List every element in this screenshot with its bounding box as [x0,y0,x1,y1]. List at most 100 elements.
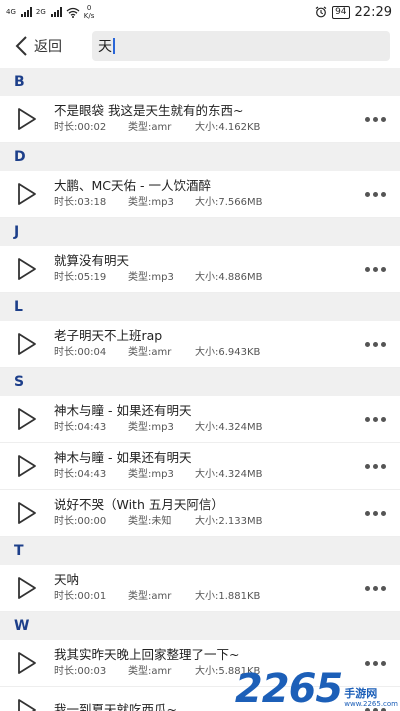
network-speed: 0 K/s [84,4,95,20]
list-item[interactable]: 老子明天不上班rap 时长:00:04 类型:amr 大小:6.943KB [0,321,400,368]
section-header: J [0,218,400,246]
more-options-button[interactable] [360,409,390,429]
more-dots-icon [364,510,370,516]
speed-unit: K/s [83,12,95,20]
section-header: D [0,143,400,171]
item-title: 天呐 [54,572,80,587]
list-item[interactable]: 神木与瞳 - 如果还有明天 时长:04:43 类型:mp3 大小:4.324MB [0,396,400,443]
more-dots-icon [364,116,370,122]
play-button[interactable] [12,695,42,711]
item-type: 类型:amr [128,666,172,677]
item-meta: 时长:00:02 类型:amr 大小:4.162KB [54,120,360,136]
signal-icon [20,7,32,17]
search-input[interactable]: 天 [92,31,390,61]
back-button[interactable]: 返回 [14,35,92,57]
item-duration: 时长:04:43 [54,469,107,480]
play-button[interactable] [12,329,42,359]
item-body: 我一到夏天就吃西瓜~ [54,701,360,711]
more-options-button[interactable] [360,334,390,354]
more-dots-icon [372,341,378,347]
item-body: 我其实昨天晚上回家整理了一下~ 时长:00:03 类型:amr 大小:5.881KB [54,646,360,680]
item-title: 我其实昨天晚上回家整理了一下~ [54,647,240,662]
list-item[interactable]: 说好不哭（With 五月天阿信） 时长:00:00 类型:未知 大小:2.133MB [0,490,400,537]
list-item[interactable]: 我一到夏天就吃西瓜~ [0,687,400,711]
more-options-button[interactable] [360,109,390,129]
item-meta: 时长:03:18 类型:mp3 大小:7.566MB [54,195,360,211]
more-dots-icon [372,266,378,272]
network-type-2: 2G [35,7,46,16]
item-body: 大鹏、MC天佑 - 一人饮酒醉时长:03:18 类型:mp3 大小:7.566MB [54,177,360,211]
speed-value: 0 [86,4,92,12]
item-meta: 时长:04:43 类型:mp3 大小:4.324MB [54,420,360,436]
item-title: 大鹏、MC天佑 - 一人饮酒醉 [54,178,211,193]
list-item[interactable]: 不是眼袋 我这是天生就有的东西~ 时长:00:02 类型:amr 大小:4.162KB [0,96,400,143]
back-label: 返回 [34,39,62,55]
more-dots-icon [380,660,386,666]
more-dots-icon [380,463,386,469]
more-dots-icon [364,266,370,272]
play-button[interactable] [12,498,42,528]
item-body: 神木与瞳 - 如果还有明天 时长:04:43 类型:mp3 大小:4.324MB [54,402,360,436]
text-cursor [113,38,115,54]
play-icon [18,258,36,280]
play-icon [18,577,36,599]
list-item[interactable]: 天呐 时长:00:01 类型:amr 大小:1.881KB [0,565,400,612]
battery-indicator: 94 [332,5,350,19]
more-options-button[interactable] [360,578,390,598]
list-item[interactable]: 就算没有明天 时长:05:19 类型:mp3 大小:4.886MB [0,246,400,293]
more-dots-icon [364,660,370,666]
list-item[interactable]: 大鹏、MC天佑 - 一人饮酒醉时长:03:18 类型:mp3 大小:7.566MB [0,171,400,218]
section-header: S [0,368,400,396]
play-button[interactable] [12,404,42,434]
play-button[interactable] [12,648,42,678]
more-options-button[interactable] [360,653,390,673]
item-duration: 时长:00:04 [54,347,107,358]
play-button[interactable] [12,254,42,284]
more-dots-icon [372,660,378,666]
status-time: 22:29 [354,4,392,20]
status-left: 4G 2G 0 K/s [6,4,94,20]
play-icon [18,502,36,524]
item-meta: 时长:04:43 类型:mp3 大小:4.324MB [54,467,360,483]
more-options-button[interactable] [360,259,390,279]
play-button[interactable] [12,104,42,134]
alarm-icon [315,6,327,18]
play-icon [18,652,36,674]
item-body: 老子明天不上班rap 时长:00:04 类型:amr 大小:6.943KB [54,327,360,361]
item-size: 大小:6.943KB [195,347,261,358]
more-dots-icon [364,416,370,422]
more-dots-icon [364,191,370,197]
item-body: 说好不哭（With 五月天阿信） 时长:00:00 类型:未知 大小:2.133MB [54,496,360,530]
network-type-top: 4G [6,7,16,16]
item-title: 不是眼袋 我这是天生就有的东西~ [54,103,244,118]
item-size: 大小:2.133MB [195,516,263,527]
item-type: 类型:amr [128,122,172,133]
more-dots-icon [380,266,386,272]
play-icon [18,333,36,355]
more-options-button[interactable] [360,503,390,523]
play-button[interactable] [12,451,42,481]
item-size: 大小:7.566MB [195,197,263,208]
play-button[interactable] [12,573,42,603]
more-dots-icon [372,463,378,469]
item-title: 神木与瞳 - 如果还有明天 [54,450,192,465]
list-item[interactable]: 我其实昨天晚上回家整理了一下~ 时长:00:03 类型:amr 大小:5.881KB [0,640,400,687]
item-duration: 时长:00:03 [54,666,107,677]
item-meta: 时长:05:19 类型:mp3 大小:4.886MB [54,270,360,286]
play-button[interactable] [12,179,42,209]
item-title: 老子明天不上班rap [54,328,163,343]
more-dots-icon [372,416,378,422]
list-item[interactable]: 神木与瞳 - 如果还有明天时长:04:43 类型:mp3 大小:4.324MB [0,443,400,490]
item-type: 类型:mp3 [128,469,174,480]
section-header: L [0,293,400,321]
item-size: 大小:4.324MB [195,469,263,480]
more-options-button[interactable] [360,700,390,711]
more-options-button[interactable] [360,184,390,204]
play-icon [18,108,36,130]
item-type: 类型:amr [128,591,172,602]
more-options-button[interactable] [360,456,390,476]
item-body: 就算没有明天 时长:05:19 类型:mp3 大小:4.886MB [54,252,360,286]
more-dots-icon [372,510,378,516]
header: 返回 天 [0,24,400,68]
network-type-bottom: 2G [35,7,46,16]
